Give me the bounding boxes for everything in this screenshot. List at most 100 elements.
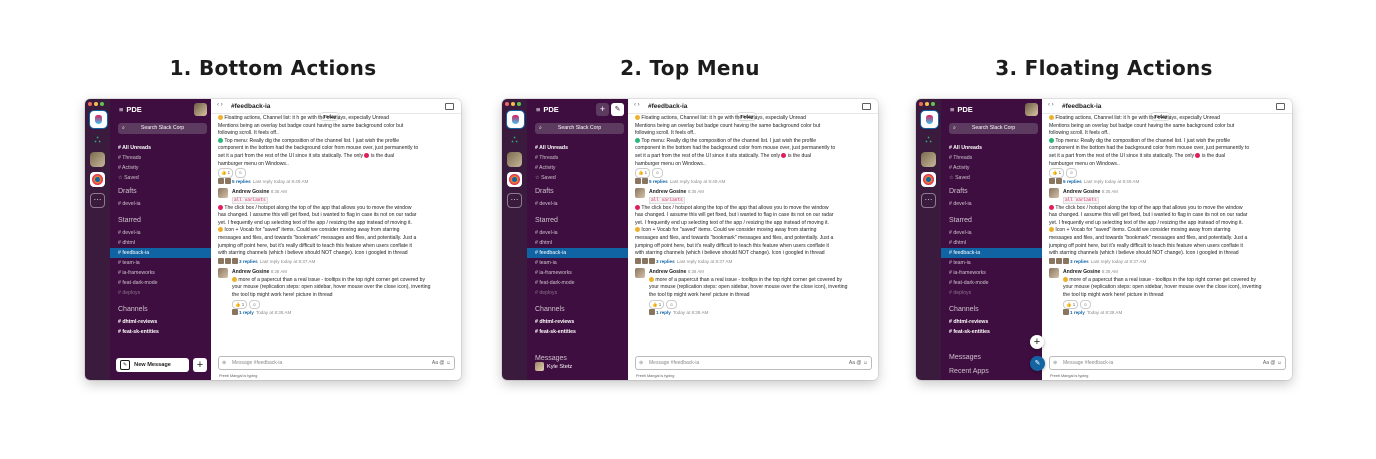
sidebar-item[interactable]: # Activity [949,163,1038,173]
sidebar-channel[interactable]: # feat-sk-entities [118,327,207,337]
section-recent-apps[interactable]: Recent Apps [949,368,989,375]
reaction-chip[interactable]: 👍 1 [1049,168,1065,178]
details-panel-icon[interactable] [445,103,454,110]
sidebar-channel[interactable]: # ia-frameworks [535,268,624,278]
sidebar-item[interactable]: # Threads [118,153,207,163]
sidebar-channel[interactable]: # dhtml-reviews [535,317,624,327]
thread-replies[interactable]: 5 replies Last reply today at 8:49 AM [1049,177,1286,187]
sidebar-channel[interactable]: # devel-ia [535,199,624,209]
section-channels[interactable]: Channels [118,306,148,313]
author-name[interactable]: Andrew Gosine [232,189,269,195]
sidebar-channel[interactable]: # devel-ia [949,228,1038,238]
hamburger-icon[interactable]: ≡ [119,105,123,114]
reaction-chip[interactable]: 👍 1 [1063,299,1079,310]
add-reaction-icon[interactable]: ☺ [249,299,260,310]
workspace-icon-orange[interactable] [921,172,936,187]
sidebar-channel[interactable]: # feat-dark-mode [118,278,207,288]
thread-replies[interactable]: 3 replies Last reply today at 8:37 AM [635,257,872,267]
new-message-button[interactable]: ✎ New Message [116,358,189,372]
more-workspaces-icon[interactable]: ⋯ [921,193,936,208]
workspace-icon-active[interactable] [921,111,938,128]
avatar[interactable] [218,268,228,279]
sidebar-channel[interactable]: # feedback-ia [941,248,1042,258]
window-controls[interactable] [919,102,935,106]
sidebar-item[interactable]: # Activity [535,163,624,173]
add-reaction-icon[interactable]: ☺ [1080,299,1091,310]
author-name[interactable]: Andrew Gosine [232,269,269,275]
workspace-icon-green[interactable]: ∴ [507,133,522,148]
add-plus-icon[interactable]: + [596,103,609,116]
hamburger-icon[interactable]: ≡ [536,105,540,114]
profile-avatar[interactable] [194,103,207,116]
sidebar-channel[interactable]: # deploys [949,288,1038,298]
sidebar-item[interactable]: ☆ Saved [535,173,624,183]
attach-icon[interactable]: ⊕ [639,357,643,369]
reaction-chip[interactable]: 👍 1 [635,168,651,178]
hamburger-icon[interactable]: ≡ [950,105,954,114]
more-workspaces-icon[interactable]: ⋯ [507,193,522,208]
thread-replies[interactable]: 3 replies Last reply today at 8:37 AM [1049,257,1286,267]
section-drafts[interactable]: Drafts [535,188,554,195]
timestamp[interactable]: 8:38 AM [1102,269,1118,274]
thread-replies[interactable]: 1 reply Today at 8:38 AM [649,309,872,318]
workspace-icon-orange[interactable] [507,172,522,187]
attach-icon[interactable]: ⊕ [1053,357,1057,369]
author-name[interactable]: Andrew Gosine [649,269,686,275]
section-channels[interactable]: Channels [949,306,979,313]
section-messages[interactable]: Messages [949,354,981,361]
thread-replies[interactable]: 1 reply Today at 8:38 AM [232,309,455,318]
history-arrows-icon[interactable]: ‹ › [634,102,640,108]
sidebar-channel[interactable]: # dhtml [118,238,207,248]
sidebar-item[interactable]: # Threads [949,153,1038,163]
sidebar-channel[interactable]: # feedback-ia [110,248,211,258]
author-name[interactable]: Andrew Gosine [649,189,686,195]
workspace-icon-photo[interactable] [90,152,105,167]
search-button[interactable]: ⌕ Search Slack Corp [118,123,207,134]
sidebar-item[interactable]: # Threads [535,153,624,163]
sidebar-item[interactable]: ☆ Saved [118,173,207,183]
history-arrows-icon[interactable]: ‹ › [1048,102,1054,108]
section-drafts[interactable]: Drafts [118,188,137,195]
search-button[interactable]: ⌕ Search Slack Corp [949,123,1038,134]
add-reaction-icon[interactable]: ☺ [652,168,663,178]
message-composer[interactable]: ⊕ Message #feedback-ia Aa @ ☺ [635,356,872,370]
section-messages[interactable]: Messages [535,355,567,362]
attach-icon[interactable]: ⊕ [222,357,226,369]
add-button[interactable]: + [193,358,207,372]
workspace-icon-active[interactable] [507,111,524,128]
section-starred[interactable]: Starred [118,217,141,224]
timestamp[interactable]: 8:35 AM [271,189,287,194]
avatar[interactable] [635,268,645,279]
section-channels[interactable]: Channels [535,306,565,313]
add-reaction-icon[interactable]: ☺ [235,168,246,178]
workspace-icon-photo[interactable] [921,152,936,167]
details-panel-icon[interactable] [1276,103,1285,110]
profile-avatar[interactable] [1025,103,1038,116]
thread-replies[interactable]: 1 reply Today at 8:38 AM [1063,309,1286,318]
workspace-name[interactable]: ≡ PDE [119,105,142,114]
avatar[interactable] [218,188,228,199]
message-composer[interactable]: ⊕ Message #feedback-ia Aa @ ☺ [218,356,455,370]
add-reaction-icon[interactable]: ☺ [666,299,677,310]
workspace-icon-green[interactable]: ∴ [921,133,936,148]
sidebar-channel[interactable]: # feedback-ia [527,248,628,258]
workspace-icon-photo[interactable] [507,152,522,167]
sidebar-channel[interactable]: # ia-frameworks [118,268,207,278]
composer-tools[interactable]: Aa @ ☺ [1263,357,1282,369]
history-arrows-icon[interactable]: ‹ › [217,102,223,108]
compose-icon[interactable]: ✎ [611,103,624,116]
avatar[interactable] [1049,268,1059,279]
workspace-icon-active[interactable] [90,111,107,128]
sidebar-channel[interactable]: # feat-sk-entities [949,327,1038,337]
add-reaction-icon[interactable]: ☺ [1066,168,1077,178]
timestamp[interactable]: 8:38 AM [688,269,704,274]
sidebar-channel[interactable]: # dhtml [535,238,624,248]
sidebar-item[interactable]: # Activity [118,163,207,173]
workspace-icon-orange[interactable] [90,172,105,187]
sidebar-channel[interactable]: # devel-ia [118,228,207,238]
floating-compose-button[interactable]: ✎ [1030,356,1045,371]
timestamp[interactable]: 8:35 AM [688,189,704,194]
section-starred[interactable]: Starred [949,217,972,224]
message-composer[interactable]: ⊕ Message #feedback-ia Aa @ ☺ [1049,356,1286,370]
sidebar-channel[interactable]: # feat-dark-mode [949,278,1038,288]
